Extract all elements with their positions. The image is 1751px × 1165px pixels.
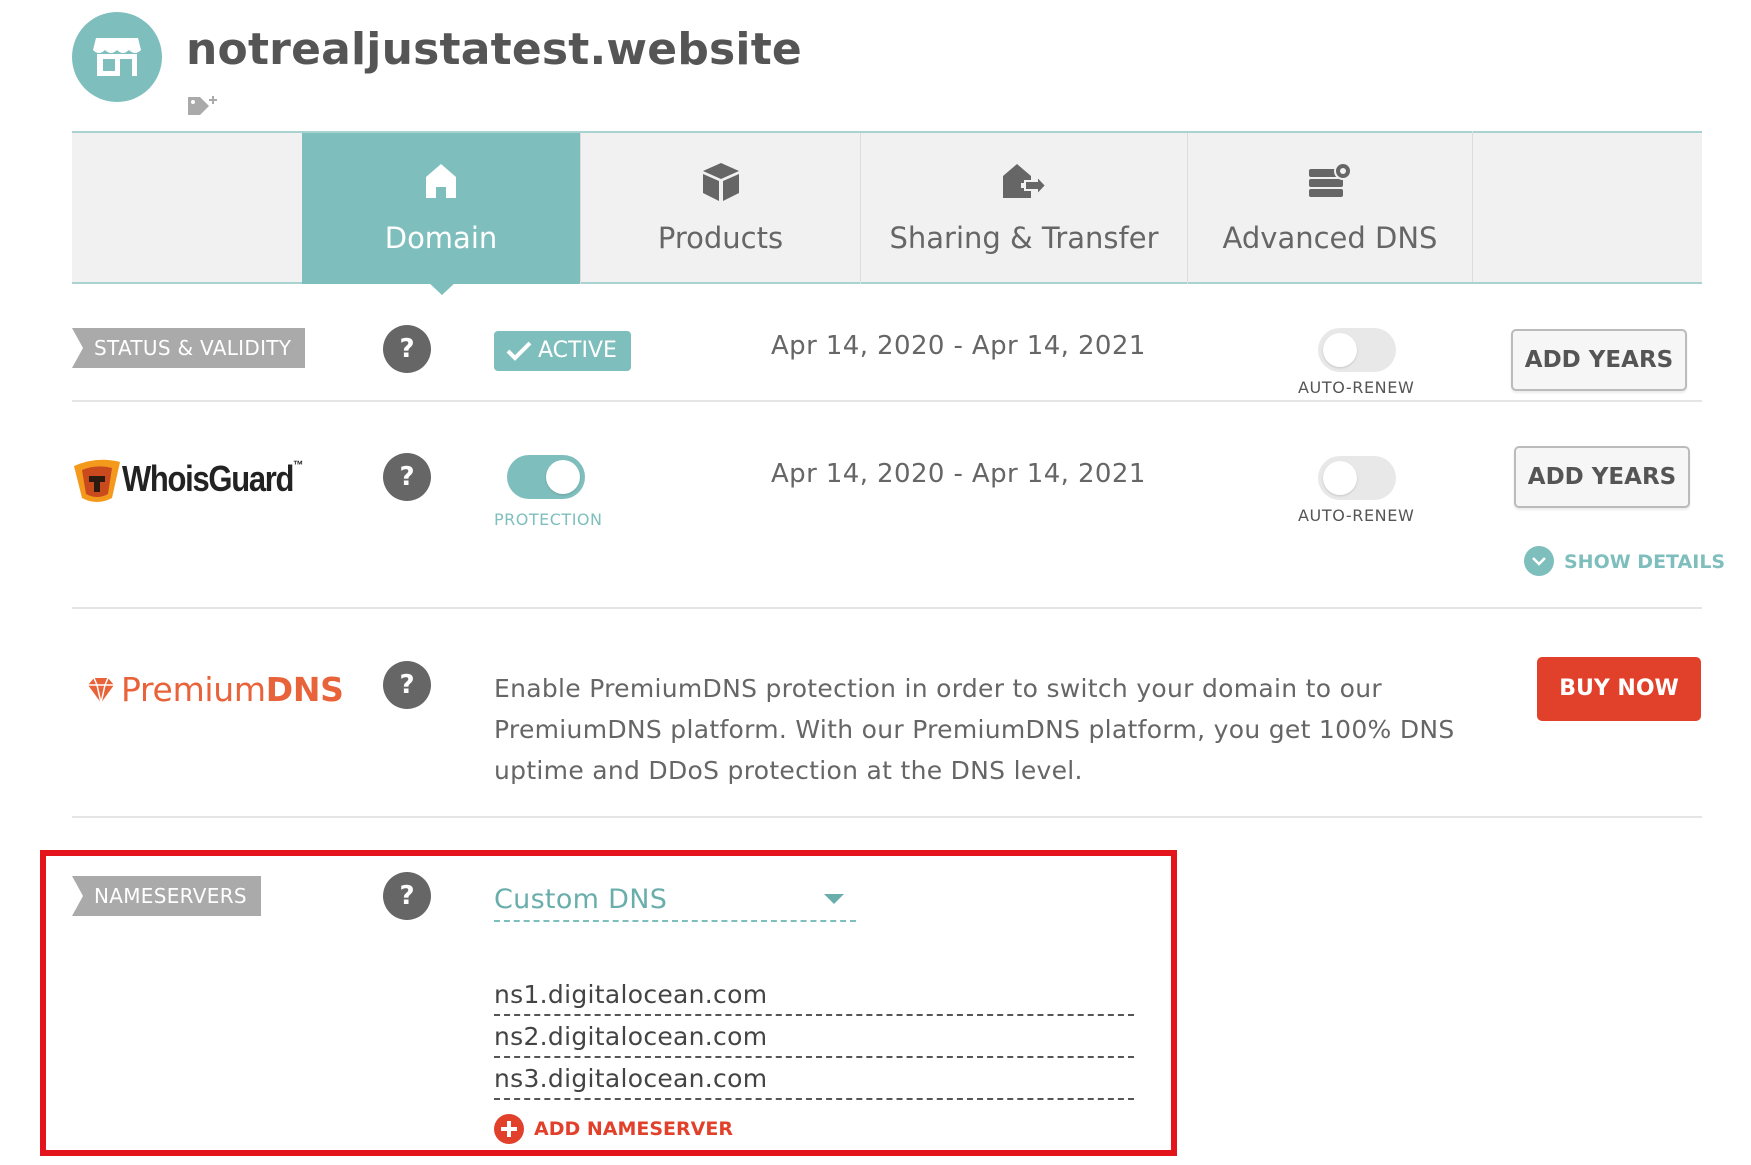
trademark-symbol: ™ <box>293 458 304 472</box>
nameserver-input-2[interactable]: ns2.digitalocean.com <box>494 1018 1134 1058</box>
tab-label: Sharing & Transfer <box>889 221 1159 255</box>
domain-avatar <box>72 12 162 102</box>
premiumdns-brand: PremiumDNS <box>121 670 344 709</box>
nameserver-type-select[interactable]: Custom DNS <box>494 880 856 922</box>
tab-label: Advanced DNS <box>1222 221 1438 255</box>
whoisguard-protection-toggle[interactable] <box>507 455 585 499</box>
status-validity-label: STATUS & VALIDITY <box>72 328 306 368</box>
tab-label: Products <box>657 221 784 255</box>
tab-sharing-transfer[interactable]: Sharing & Transfer <box>860 133 1187 284</box>
premiumdns-description: Enable PremiumDNS protection in order to… <box>494 674 1455 785</box>
toggle-knob <box>1323 461 1357 495</box>
caret-down-icon <box>824 894 844 904</box>
buy-now-button[interactable]: BUY NOW <box>1537 657 1701 721</box>
whoisguard-logo-icon <box>72 458 122 508</box>
whoisguard-brand-text: WhoisGuard <box>122 458 294 499</box>
whoisguard-add-years-button[interactable]: ADD YEARS <box>1514 446 1690 508</box>
toggle-knob <box>1323 333 1357 367</box>
status-badge-label: ACTIVE <box>538 338 617 363</box>
tab-products[interactable]: Products <box>580 133 860 284</box>
nameserver-type-value: Custom DNS <box>494 884 668 915</box>
add-tag-icon[interactable] <box>187 95 219 123</box>
house-transfer-icon <box>861 161 1187 205</box>
premiumdns-help-icon[interactable]: ? <box>383 661 431 709</box>
status-add-years-button[interactable]: ADD YEARS <box>1511 329 1687 391</box>
tab-label: Domain <box>384 221 498 255</box>
status-auto-renew-label: AUTO-RENEW <box>1298 378 1415 397</box>
whoisguard-auto-renew-label: AUTO-RENEW <box>1298 506 1415 525</box>
box-icon <box>581 161 860 205</box>
tab-advanced-dns[interactable]: Advanced DNS <box>1187 133 1472 284</box>
whoisguard-help-icon[interactable]: ? <box>383 453 431 501</box>
status-auto-renew-toggle[interactable] <box>1318 328 1396 372</box>
show-details-label: SHOW DETAILS <box>1564 551 1726 573</box>
row-divider <box>72 607 1702 609</box>
row-divider <box>72 816 1702 818</box>
whoisguard-dates: Apr 14, 2020 - Apr 14, 2021 <box>771 459 1146 489</box>
status-badge: ACTIVE <box>494 331 631 371</box>
premiumdns-gem-icon <box>86 676 116 708</box>
tab-domain[interactable]: Domain <box>302 133 580 284</box>
nameservers-help-icon[interactable]: ? <box>383 872 431 920</box>
status-help-icon[interactable]: ? <box>383 325 431 373</box>
tab-divider <box>1472 131 1473 282</box>
storefront-icon <box>93 38 141 76</box>
status-dates: Apr 14, 2020 - Apr 14, 2021 <box>771 331 1146 361</box>
whoisguard-brand: WhoisGuard™ <box>122 458 303 500</box>
nameservers-label: NAMESERVERS <box>72 876 261 916</box>
nameserver-input-3[interactable]: ns3.digitalocean.com <box>494 1060 1134 1100</box>
row-divider <box>72 400 1702 402</box>
plus-circle-icon <box>494 1114 524 1144</box>
domain-title: notrealjustatest.website <box>186 24 802 75</box>
whoisguard-protection-label: PROTECTION <box>494 510 603 529</box>
checkmark-icon <box>506 341 532 361</box>
toggle-knob <box>546 460 580 494</box>
active-tab-pointer <box>427 281 457 295</box>
home-icon <box>302 161 580 205</box>
premiumdns-brand-bold: DNS <box>265 670 344 709</box>
premiumdns-brand-light: Premium <box>121 670 266 709</box>
chevron-down-icon <box>1524 546 1554 576</box>
nameserver-input-1[interactable]: ns1.digitalocean.com <box>494 976 1134 1016</box>
server-gear-icon <box>1188 161 1472 205</box>
add-nameserver-label: ADD NAMESERVER <box>534 1118 733 1140</box>
whoisguard-auto-renew-toggle[interactable] <box>1318 456 1396 500</box>
tab-bar: Domain Products Sharing & Transfer Advan… <box>72 131 1702 284</box>
